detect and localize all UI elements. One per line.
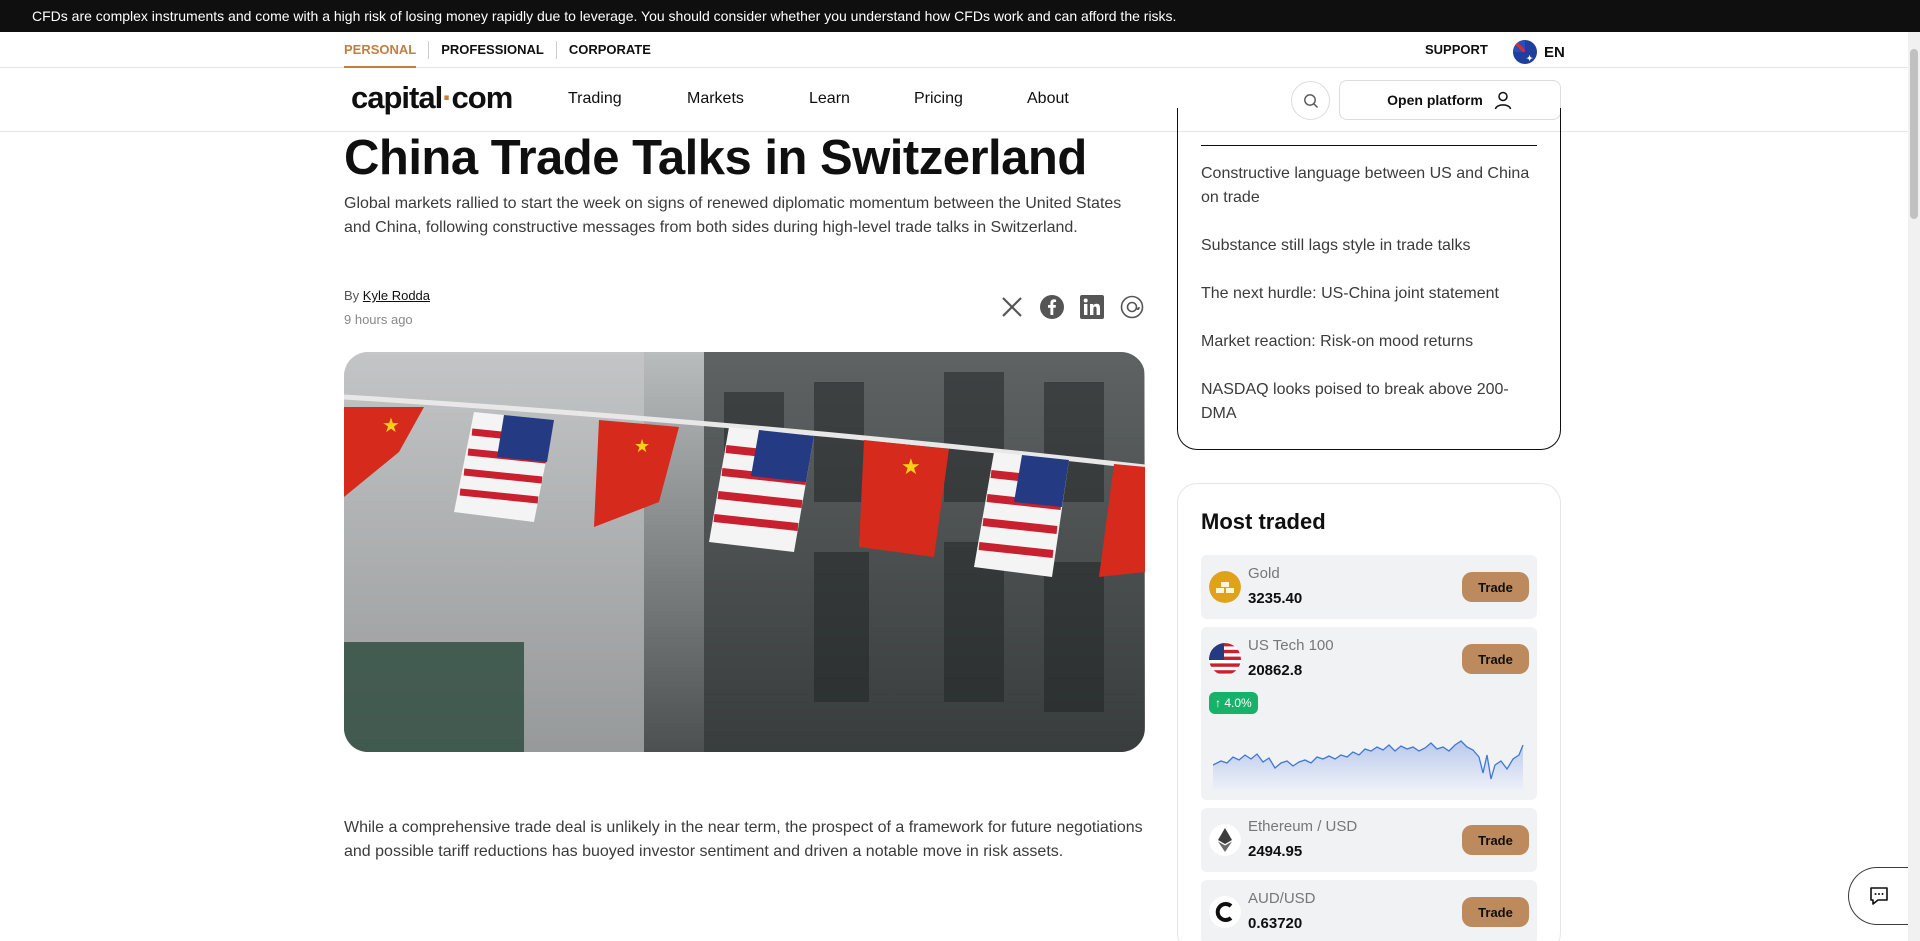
svg-text:★: ★	[901, 455, 921, 480]
market-card-gold[interactable]: Gold 3235.40 Trade	[1201, 555, 1537, 619]
risk-warning-banner: CFDs are complex instruments and come wi…	[0, 0, 1920, 32]
segment-bar: PERSONAL PROFESSIONAL CORPORATE SUPPORT …	[0, 32, 1908, 68]
toc-item[interactable]: Market reaction: Risk-on mood returns	[1201, 330, 1541, 354]
logo-text-right: com	[451, 80, 514, 115]
most-traded-title: Most traded	[1201, 509, 1326, 534]
aud-icon	[1209, 896, 1241, 928]
market-price: 3235.40	[1248, 590, 1303, 607]
market-price: 0.63720	[1248, 915, 1303, 932]
article-hero-image: ★ ★ ★	[344, 352, 1145, 752]
trade-button[interactable]: Trade	[1462, 825, 1529, 855]
market-card-aud-usd[interactable]: AUD/USD 0.63720 Trade	[1201, 880, 1537, 941]
us-flag-icon	[1209, 643, 1241, 675]
market-name: US Tech 100	[1248, 637, 1334, 654]
support-link[interactable]: SUPPORT	[1425, 32, 1488, 68]
most-traded-panel: Most traded Gold 3235.40 Trade US Tech 1…	[1177, 483, 1561, 941]
byline: By Kyle Rodda	[344, 288, 430, 303]
market-name: Gold	[1248, 565, 1280, 582]
nav-markets[interactable]: Markets	[687, 90, 744, 108]
article-body-paragraph: While a comprehensive trade deal is unli…	[344, 819, 1143, 860]
ethereum-icon	[1209, 824, 1241, 856]
market-name: Ethereum / USD	[1248, 818, 1358, 835]
byline-prefix: By	[344, 288, 363, 303]
article-title: China Trade Talks in Switzerland	[344, 131, 1087, 185]
price-sparkline	[1213, 740, 1524, 791]
svg-text:★: ★	[382, 413, 400, 437]
threads-icon[interactable]	[1120, 295, 1144, 319]
page-scrollbar[interactable]	[1908, 32, 1920, 941]
toc-item[interactable]: Constructive language between US and Chi…	[1201, 162, 1541, 210]
tab-personal[interactable]: PERSONAL	[344, 41, 428, 68]
australia-flag-icon	[1513, 40, 1537, 64]
language-label: EN	[1544, 43, 1565, 61]
linkedin-icon[interactable]	[1080, 295, 1104, 319]
x-icon[interactable]	[1000, 295, 1024, 319]
share-icons	[1000, 295, 1144, 319]
trade-button[interactable]: Trade	[1462, 572, 1529, 602]
table-of-contents: Constructive language between US and Chi…	[1177, 108, 1561, 450]
nav-about[interactable]: About	[1027, 90, 1069, 108]
chat-button[interactable]	[1848, 867, 1908, 925]
tab-corporate[interactable]: CORPORATE	[555, 41, 663, 59]
chat-icon	[1869, 887, 1888, 905]
logo-text-left: capital	[351, 80, 443, 115]
toc-divider	[1201, 145, 1537, 146]
open-platform-label: Open platform	[1387, 92, 1483, 108]
language-selector[interactable]: EN	[1513, 40, 1565, 64]
price-change-badge: ↑ 4.0%	[1209, 692, 1258, 714]
nav-learn[interactable]: Learn	[809, 90, 850, 108]
scrollbar-thumb[interactable]	[1910, 49, 1918, 219]
author-link[interactable]: Kyle Rodda	[363, 288, 430, 303]
segment-tabs: PERSONAL PROFESSIONAL CORPORATE	[344, 32, 663, 68]
user-icon	[1494, 91, 1512, 110]
nav-trading[interactable]: Trading	[568, 90, 622, 108]
market-card-us-tech-100[interactable]: US Tech 100 20862.8 Trade ↑ 4.0%	[1201, 627, 1537, 800]
toc-item[interactable]: The next hurdle: US-China joint statemen…	[1201, 282, 1541, 306]
toc-item[interactable]: NASDAQ looks poised to break above 200-D…	[1201, 378, 1541, 426]
main-navbar: capital·com Trading Markets Learn Pricin…	[0, 68, 1908, 132]
trade-button[interactable]: Trade	[1462, 644, 1529, 674]
market-card-ethereum-usd[interactable]: Ethereum / USD 2494.95 Trade	[1201, 808, 1537, 872]
logo-dot: ·	[442, 80, 452, 115]
capital-com-logo[interactable]: capital·com	[351, 80, 514, 116]
market-price: 20862.8	[1248, 662, 1303, 679]
trade-button[interactable]: Trade	[1462, 897, 1529, 927]
article-lead: Global markets rallied to start the week…	[344, 195, 1122, 236]
search-icon	[1303, 93, 1318, 108]
svg-text:★: ★	[634, 436, 650, 457]
toc-item[interactable]: Substance still lags style in trade talk…	[1201, 234, 1541, 258]
nav-pricing[interactable]: Pricing	[914, 90, 963, 108]
gold-bars-icon	[1209, 571, 1241, 603]
market-name: AUD/USD	[1248, 890, 1316, 907]
tab-professional[interactable]: PROFESSIONAL	[428, 41, 556, 59]
market-price: 2494.95	[1248, 843, 1303, 860]
article-timestamp: 9 hours ago	[344, 312, 413, 327]
flag-bunting-illustration: ★ ★ ★	[344, 394, 1145, 577]
facebook-icon[interactable]	[1040, 295, 1064, 319]
